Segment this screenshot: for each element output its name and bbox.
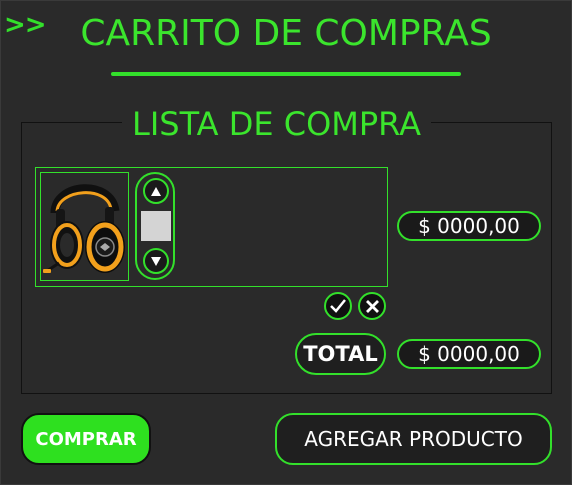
decrease-quantity-button[interactable] [143,248,169,274]
page-title: CARRITO DE COMPRAS [80,13,492,54]
increase-quantity-button[interactable] [143,178,169,204]
triangle-down-icon [151,256,161,266]
confirm-item-button[interactable] [324,292,352,320]
total-value: $ 0000,00 [397,339,541,369]
headset-product-image [40,172,129,281]
total-label: TOTAL [295,333,386,375]
add-product-button[interactable]: AGREGAR PRODUCTO [275,413,552,465]
buy-button[interactable]: COMPRAR [21,413,151,465]
shopping-list-legend: LISTA DE COMPRA [122,104,431,144]
close-icon [365,299,379,313]
remove-item-button[interactable] [358,292,386,320]
quantity-stepper [135,172,175,280]
item-price: $ 0000,00 [397,211,541,241]
check-icon [330,299,346,313]
triangle-up-icon [151,186,161,196]
quantity-input[interactable] [141,211,171,241]
title-divider [111,72,461,76]
